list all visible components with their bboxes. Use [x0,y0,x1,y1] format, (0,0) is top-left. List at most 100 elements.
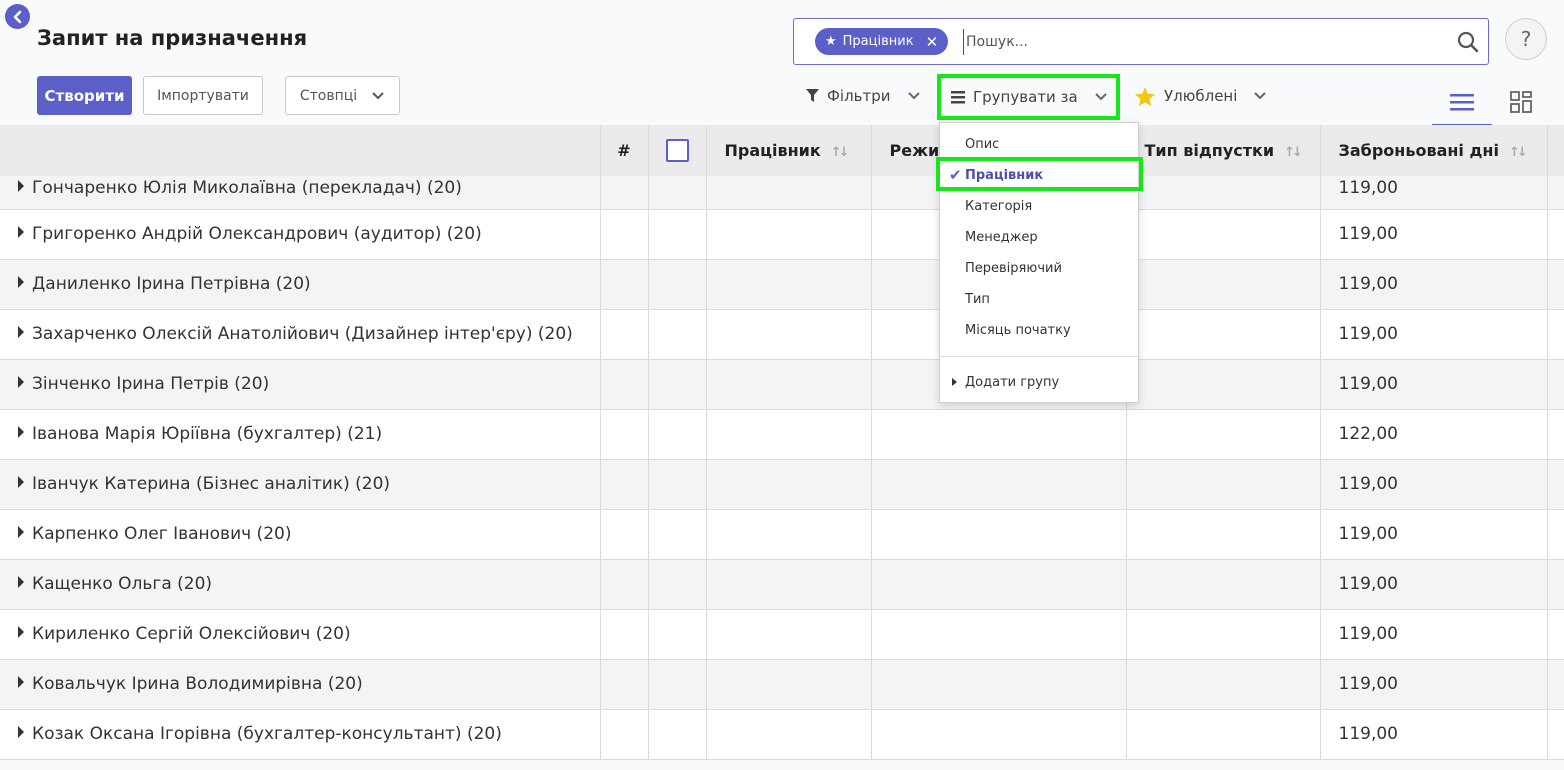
column-label: Працівник [724,141,821,160]
leave-type-cell [1126,209,1321,260]
leave-type-cell [1126,659,1321,710]
table-row[interactable]: Козак Оксана Ігорівна (бухгалтер-консуль… [0,709,1564,760]
table-row[interactable]: Ковальчук Ірина Володимирівна (20) 119,00 [0,659,1564,710]
extra-cell [1547,559,1564,610]
filters-label: Фільтри [827,87,891,105]
group-name: Кириленко Сергій Олексійович (20) [32,624,351,644]
group-name-cell[interactable]: Іванова Марія Юріївна (бухгалтер) (21) [0,409,601,460]
employee-cell [706,176,872,210]
list-view-button[interactable] [1432,80,1492,126]
leave-type-cell [1126,559,1321,610]
table-row[interactable]: Кащенко Ольга (20) 119,00 [0,559,1564,610]
divider [940,356,1138,357]
booked-days-cell: 119,00 [1320,659,1548,710]
table-row[interactable]: Гончаренко Юлія Миколаївна (перекладач) … [0,176,1564,210]
group-name: Іванчук Катерина (Бізнес аналітик) (20) [32,474,391,494]
group-name-cell[interactable]: Даниленко Ірина Петрівна (20) [0,259,601,310]
group-name-cell[interactable]: Захарченко Олексій Анатолійович (Дизайне… [0,309,601,360]
column-booked-days[interactable]: Заброньовані дні ↑↓ [1320,125,1548,176]
filters-button[interactable]: Фільтри [806,80,921,112]
group-name-cell[interactable]: Григоренко Андрій Олександрович (аудитор… [0,209,601,260]
checkbox-cell [648,209,707,260]
employee-cell [706,659,872,710]
table-row[interactable]: Даниленко Ірина Петрівна (20) 119,00 [0,259,1564,310]
checkbox-cell [648,309,707,360]
table-row[interactable]: Іванчук Катерина (Бізнес аналітик) (20) 1… [0,459,1564,510]
groupby-option-reviewer[interactable]: Перевіряючий [940,253,1138,284]
table-row[interactable]: Григоренко Андрій Олександрович (аудитор… [0,209,1564,260]
groupby-option-start-month[interactable]: Місяць початку [940,315,1138,346]
group-name: Григоренко Андрій Олександрович (аудитор… [32,224,482,244]
close-icon[interactable]: ✕ [926,33,939,51]
groupby-option-description[interactable]: Опис [940,129,1138,160]
column-leave-type[interactable]: Тип відпустки ↑↓ [1126,125,1321,176]
column-number[interactable]: # [600,125,649,176]
select-all-checkbox[interactable] [665,139,689,162]
leave-type-cell [1126,609,1321,660]
search-box[interactable]: ★ Працівник ✕ [793,18,1489,65]
employee-cell [706,209,872,260]
columns-button[interactable]: Стовпці [285,76,400,115]
table-row[interactable]: Кириленко Сергій Олексійович (20) 119,00 [0,609,1564,660]
favorites-button[interactable]: Улюблені [1134,80,1267,112]
mode-cell [871,609,1127,660]
group-name-cell[interactable]: Кащенко Ольга (20) [0,559,601,610]
leave-type-cell [1126,459,1321,510]
search-input[interactable] [963,29,1443,55]
group-name-cell[interactable]: Ковальчук Ірина Володимирівна (20) [0,659,601,710]
extra-cell [1547,209,1564,260]
checkbox-cell [648,359,707,410]
mode-cell [871,409,1127,460]
mode-cell [871,659,1127,710]
table-row[interactable]: Іванова Марія Юріївна (бухгалтер) (21) 12… [0,409,1564,460]
add-group-label: Додати групу [965,374,1060,390]
group-name-cell[interactable]: Карпенко Олег Іванович (20) [0,509,601,560]
mode-cell [871,459,1127,510]
groupby-option-type[interactable]: Тип [940,284,1138,315]
search-icon[interactable] [1456,30,1480,58]
table-row[interactable]: Карпенко Олег Іванович (20) 119,00 [0,509,1564,560]
help-button[interactable]: ? [1505,18,1547,60]
number-cell [600,209,649,260]
number-cell [600,609,649,660]
table-row[interactable]: Зінченко Ірина Петрів (20) 119,00 [0,359,1564,410]
employee-cell [706,459,872,510]
checkbox-cell [648,709,707,760]
column-label: Заброньовані дні [1338,141,1499,160]
column-employee[interactable]: Працівник ↑↓ [706,125,872,176]
leave-type-cell [1126,709,1321,760]
sort-icon: ↑↓ [830,145,850,160]
employee-cell [706,709,872,760]
import-button[interactable]: Імпортувати [143,76,263,115]
group-name-cell[interactable]: Кириленко Сергій Олексійович (20) [0,609,601,660]
chevron-down-icon [1094,93,1107,101]
booked-days-cell: 119,00 [1320,359,1548,410]
page: Запит на призначення ★ Працівник ✕ ? Ств… [0,0,1564,770]
columns-label: Стовпці [299,87,358,104]
caret-right-icon [18,726,24,738]
select-all-cell[interactable] [648,125,707,176]
extra-cell [1547,509,1564,560]
groupby-option-category[interactable]: Категорія [940,191,1138,222]
employee-cell [706,609,872,660]
extra-cell [1547,609,1564,660]
group-name: Ковальчук Ірина Володимирівна (20) [32,674,363,694]
booked-days-cell: 119,00 [1320,509,1548,560]
create-button[interactable]: Створити [37,76,132,115]
groupby-button[interactable]: Групувати за [937,74,1120,120]
group-name-cell[interactable]: Козак Оксана Ігорівна (бухгалтер-консуль… [0,709,601,760]
groupby-option-manager[interactable]: Менеджер [940,222,1138,253]
number-cell [600,259,649,310]
group-name-cell[interactable]: Зінченко Ірина Петрів (20) [0,359,601,410]
back-button[interactable] [5,4,30,29]
group-name-cell[interactable]: Іванчук Катерина (Бізнес аналітик) (20) [0,459,601,510]
leave-type-cell [1126,509,1321,560]
booked-days-cell: 119,00 [1320,609,1548,660]
add-group-toggle[interactable]: Додати групу [940,367,1138,397]
search-facet[interactable]: ★ Працівник ✕ [815,28,949,55]
kanban-view-button[interactable] [1500,80,1542,124]
page-title: Запит на призначення [37,26,308,50]
group-header [0,125,601,176]
table-row[interactable]: Захарченко Олексій Анатолійович (Дизайне… [0,309,1564,360]
group-name-cell[interactable]: Гончаренко Юлія Миколаївна (перекладач) … [0,176,601,210]
